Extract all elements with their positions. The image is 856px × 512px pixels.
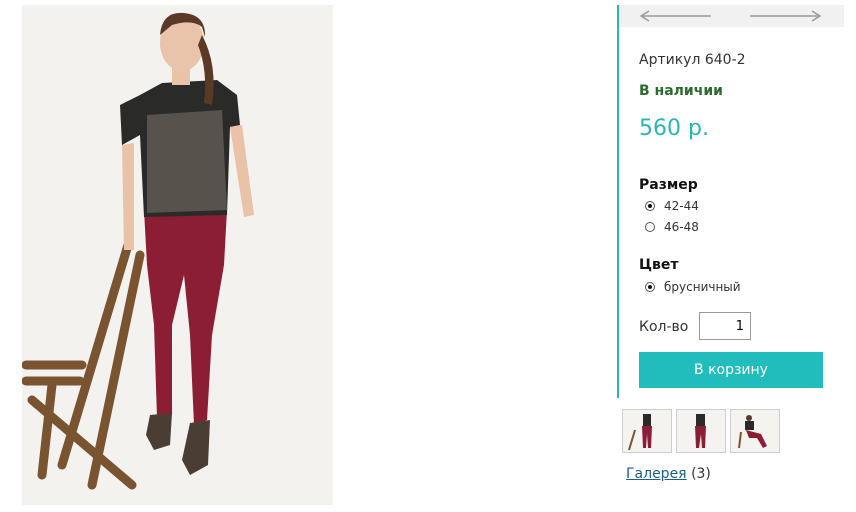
thumbnail-1[interactable]	[622, 409, 672, 453]
thumbnail-image	[731, 410, 779, 452]
arrow-left-icon[interactable]	[639, 10, 711, 22]
radio-unselected[interactable]	[645, 222, 655, 232]
product-photo[interactable]	[22, 5, 333, 505]
quantity-input[interactable]	[699, 312, 751, 340]
size-title: Размер	[639, 177, 698, 193]
product-nav	[619, 5, 844, 27]
color-option-brusnichny[interactable]: брусничный	[645, 280, 741, 294]
quantity-label: Кол-во	[639, 319, 689, 335]
product-sku: Артикул 640-2	[639, 52, 746, 68]
thumbnail-image	[623, 410, 671, 452]
thumbnail-2[interactable]	[676, 409, 726, 453]
availability-status: В наличии	[639, 83, 723, 99]
color-title: Цвет	[639, 257, 679, 273]
gallery-link[interactable]: Галерея	[626, 466, 687, 482]
radio-selected[interactable]	[645, 282, 655, 292]
product-options-panel: Артикул 640-2 В наличии 560 р. Размер 42…	[617, 5, 844, 398]
gallery-count: (3)	[691, 466, 711, 482]
add-to-cart-button[interactable]: В корзину	[639, 352, 823, 388]
model-photo-illustration	[22, 5, 333, 505]
size-option-label: 42-44	[664, 199, 699, 213]
size-option-42-44[interactable]: 42-44	[645, 199, 699, 213]
gallery-link-row: Галерея (3)	[626, 466, 711, 482]
size-option-label: 46-48	[664, 220, 699, 234]
thumbnail-strip	[622, 409, 784, 453]
size-option-46-48[interactable]: 46-48	[645, 220, 699, 234]
thumbnail-3[interactable]	[730, 409, 780, 453]
color-option-label: брусничный	[664, 280, 741, 294]
arrow-right-icon[interactable]	[750, 10, 822, 22]
radio-selected[interactable]	[645, 201, 655, 211]
thumbnail-image	[677, 410, 725, 452]
product-price: 560 р.	[639, 116, 709, 141]
